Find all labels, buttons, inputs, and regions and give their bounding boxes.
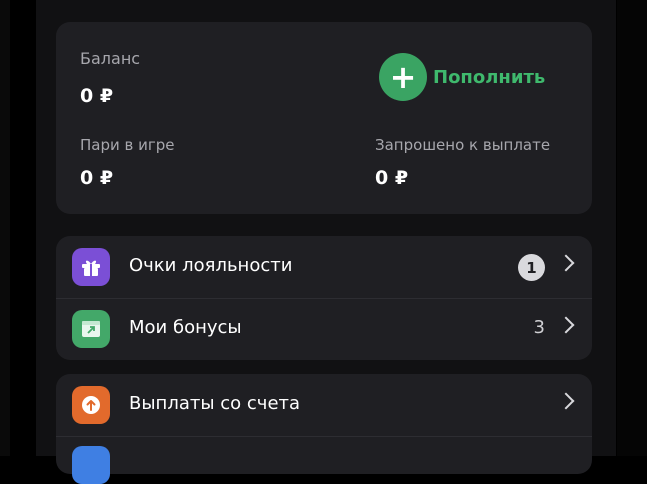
my-bonuses-row[interactable]: Мои бонусы 3 (56, 298, 592, 360)
payouts-label: Выплаты со счета (129, 393, 301, 414)
arrow-up-icon (72, 386, 110, 424)
bonuses-count: 3 (533, 317, 545, 338)
chevron-right-icon (557, 254, 575, 272)
chevron-right-icon (557, 392, 575, 410)
plus-icon: + (379, 53, 427, 101)
loyalty-points-label: Очки лояльности (129, 255, 293, 276)
partial-icon (72, 446, 110, 484)
loyalty-points-row[interactable]: Очки лояльности 1 (56, 236, 592, 298)
topup-button[interactable]: + Пополнить (379, 53, 545, 101)
screen: Баланс 0 ₽ + Пополнить Пари в игре 0 ₽ З… (36, 0, 616, 484)
balance-amount: 0 ₽ (80, 85, 114, 107)
device-frame-left (0, 0, 10, 456)
payouts-card: Выплаты со счета (56, 374, 592, 484)
device-frame-right (617, 0, 647, 456)
balance-card: Баланс 0 ₽ + Пополнить Пари в игре 0 ₽ З… (56, 22, 592, 214)
rewards-card: Очки лояльности 1 Мои бонусы 3 (56, 236, 592, 360)
bets-label: Пари в игре (80, 136, 175, 154)
requested-label: Запрошено к выплате (375, 136, 551, 154)
balance-label: Баланс (80, 49, 141, 68)
row-divider (56, 436, 592, 437)
bets-amount: 0 ₽ (80, 167, 114, 189)
my-bonuses-label: Мои бонусы (129, 317, 242, 338)
bonus-icon (72, 310, 110, 348)
payouts-row[interactable]: Выплаты со счета (56, 374, 592, 436)
gift-icon (72, 248, 110, 286)
loyalty-badge: 1 (518, 254, 545, 281)
topup-label: Пополнить (433, 66, 546, 88)
requested-amount: 0 ₽ (375, 167, 409, 189)
chevron-right-icon (557, 316, 575, 334)
